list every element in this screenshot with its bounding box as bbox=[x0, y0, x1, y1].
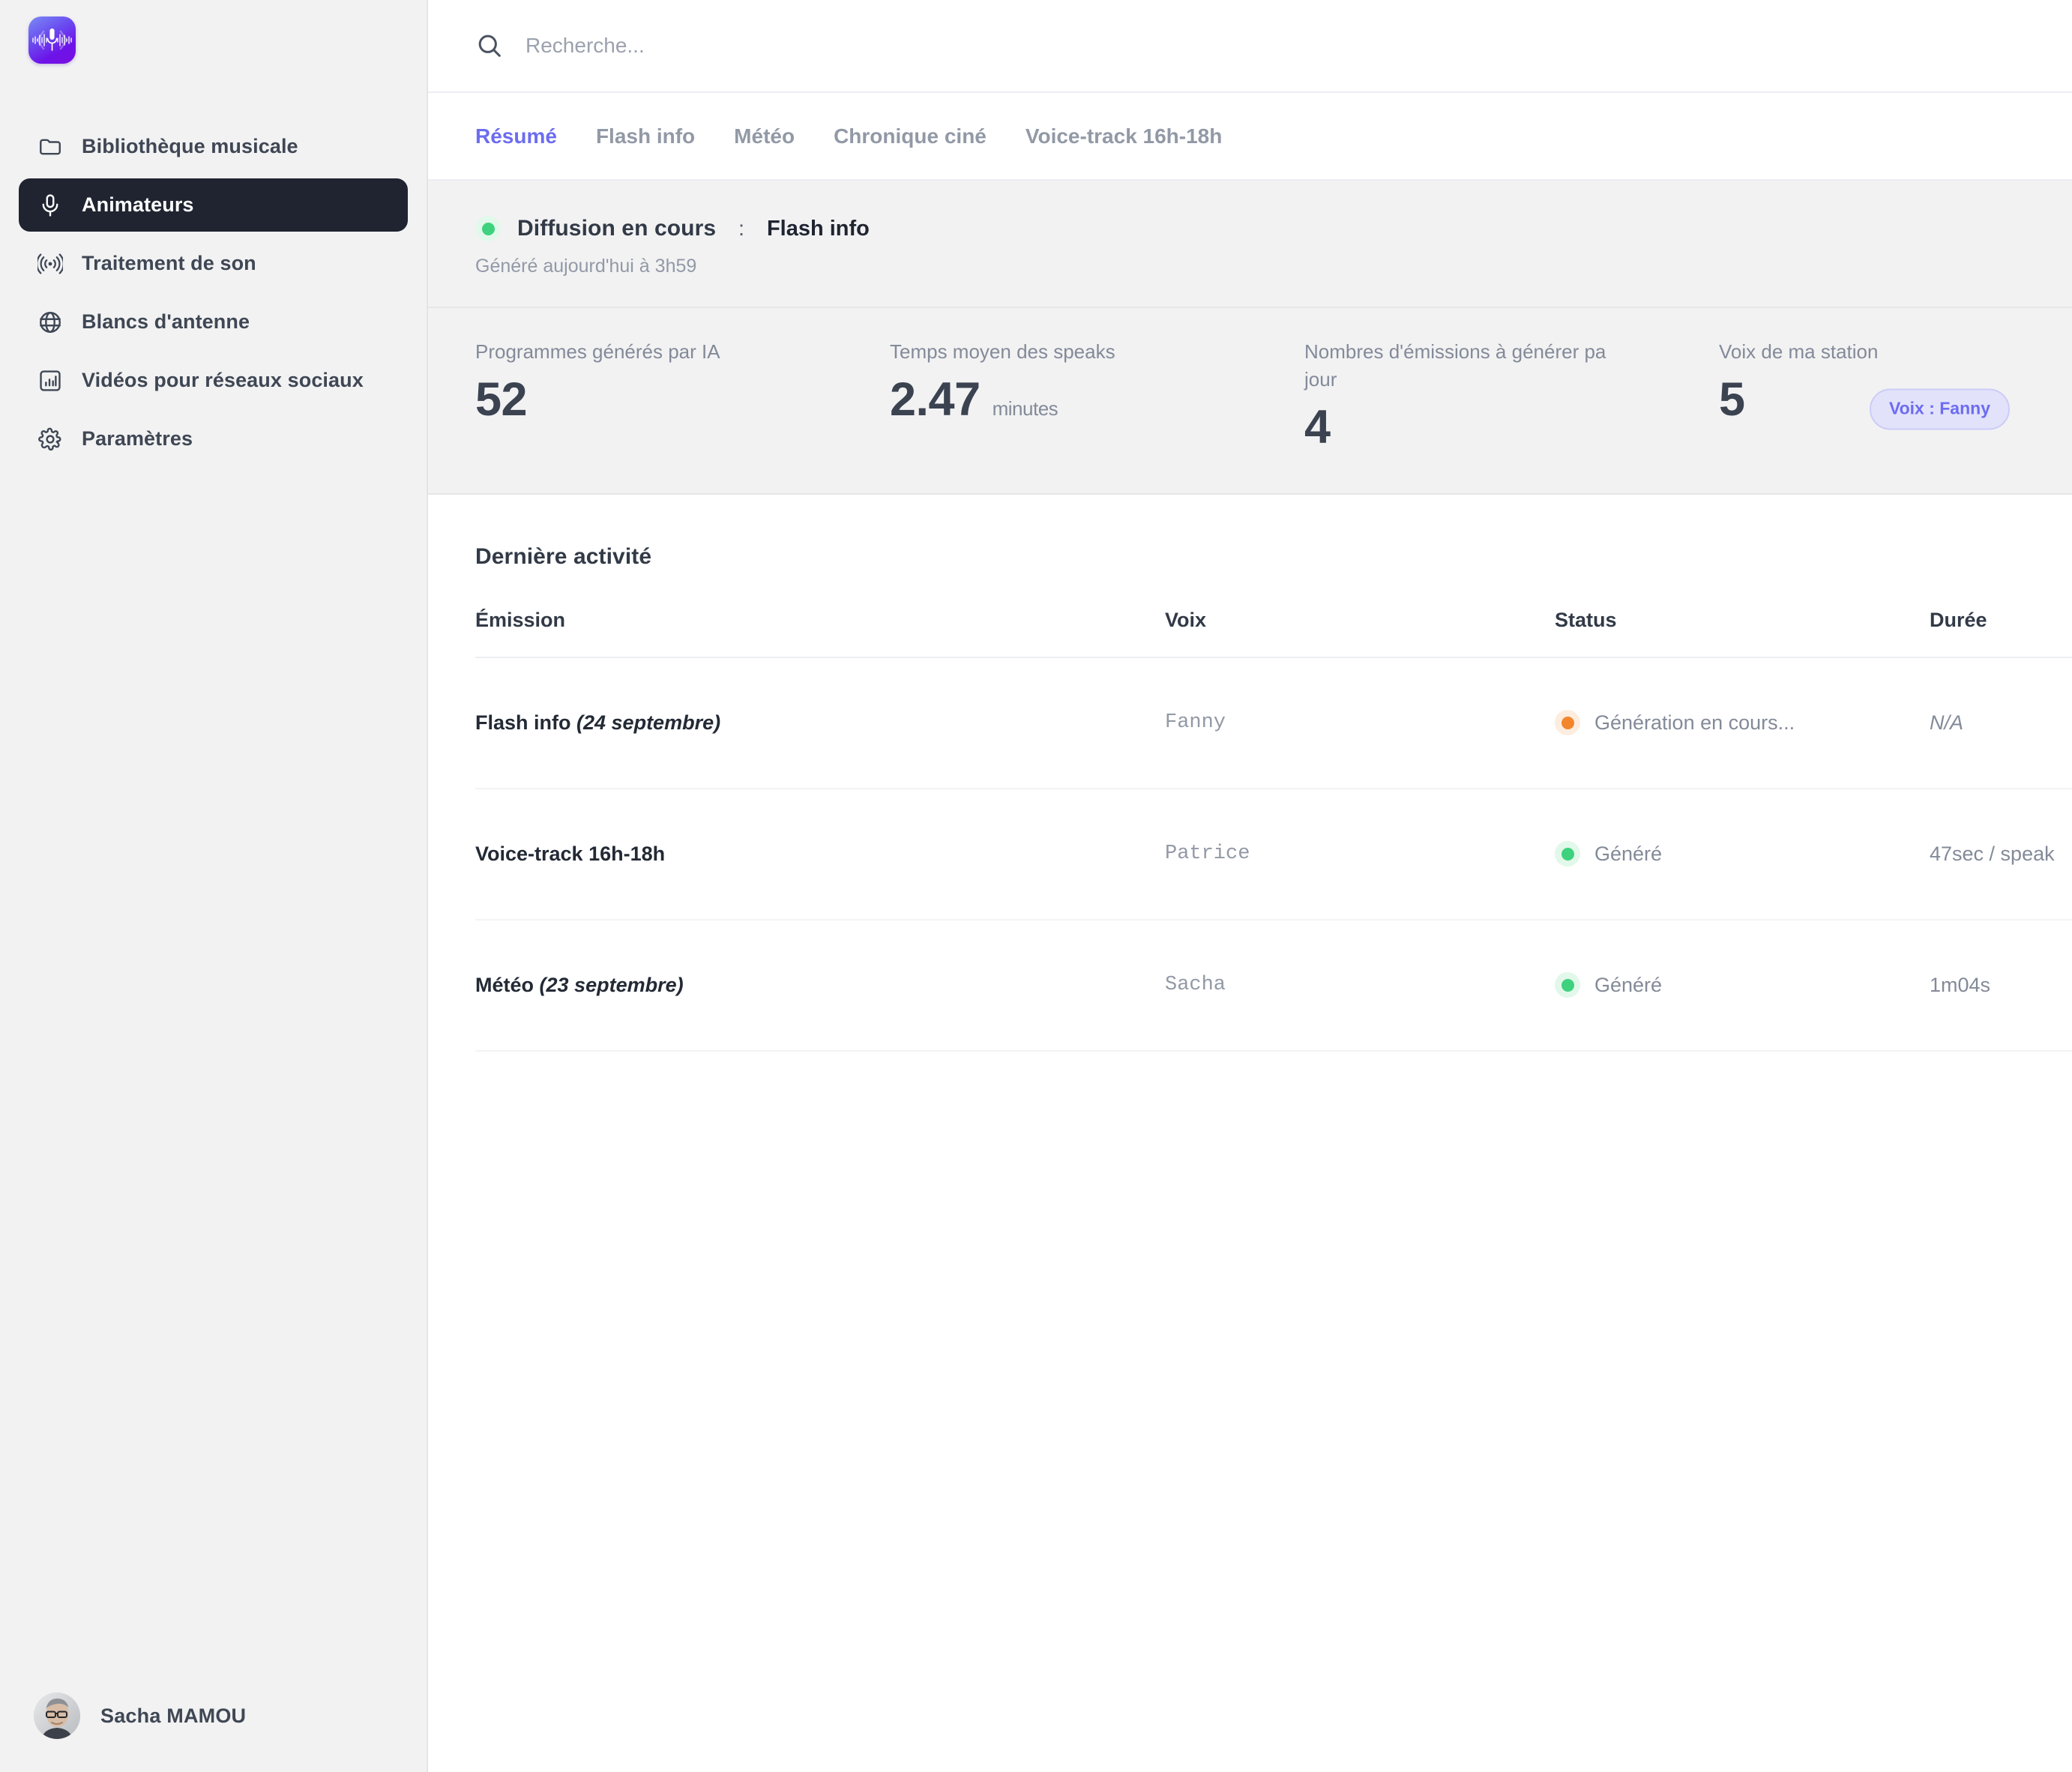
sidebar: Bibliothèque musicale Animateurs Traitem… bbox=[0, 0, 428, 1772]
sidebar-item-traitement-de-son[interactable]: Traitement de son bbox=[19, 237, 408, 290]
sidebar-item-videos-reseaux-sociaux[interactable]: Vidéos pour réseaux sociaux bbox=[19, 354, 408, 407]
sidebar-item-parametres[interactable]: Paramètres bbox=[19, 412, 408, 465]
status-dot-icon bbox=[1555, 710, 1580, 736]
tab-bar: Résumé Flash info Météo Chronique ciné V… bbox=[428, 93, 2072, 181]
emission-date: (24 septembre) bbox=[576, 711, 721, 734]
stat-value: 5 bbox=[1719, 373, 1745, 426]
search-input[interactable] bbox=[525, 34, 1050, 58]
table-header-row: Émission Voix Status Durée Diffusion bbox=[475, 608, 2072, 658]
emission-name: Voice-track 16h-18h bbox=[475, 842, 666, 865]
cell-status: Génération en cours... bbox=[1555, 657, 1930, 789]
status-text: Généré bbox=[1594, 842, 1663, 865]
stat-value-wrap: 2.47 minutes bbox=[890, 376, 1304, 424]
sidebar-item-label: Blancs d'antenne bbox=[82, 310, 250, 333]
cell-voice: Patrice bbox=[1165, 788, 1555, 920]
status-label: Diffusion en cours bbox=[517, 216, 717, 241]
cell-duree: N/A bbox=[1930, 657, 2072, 789]
stat-value: 4 bbox=[1304, 400, 1331, 453]
table-row[interactable]: Météo (23 septembre) Sacha Généré 1m04s … bbox=[475, 919, 2072, 1052]
stat-label: Temps moyen des speaks bbox=[890, 340, 1115, 363]
status-separator: : bbox=[738, 217, 744, 240]
tab-chronique-cine[interactable]: Chronique ciné bbox=[834, 124, 987, 148]
sidebar-item-label: Paramètres bbox=[82, 427, 193, 450]
emission-date: (23 septembre) bbox=[539, 973, 684, 996]
stat-value: 2.47 bbox=[890, 373, 981, 426]
live-status-dot-icon bbox=[475, 216, 501, 241]
user-name: Sacha MAMOU bbox=[100, 1704, 247, 1727]
stat-label: Voix de ma station bbox=[1719, 340, 1879, 363]
sidebar-item-label: Vidéos pour réseaux sociaux bbox=[82, 369, 364, 391]
sidebar-user-profile[interactable]: Sacha MAMOU bbox=[0, 1693, 427, 1772]
sidebar-item-label: Traitement de son bbox=[82, 252, 256, 274]
folder-icon bbox=[37, 133, 64, 160]
sidebar-item-label: Bibliothèque musicale bbox=[82, 135, 298, 157]
logo-container bbox=[0, 0, 427, 64]
emission-name: Météo bbox=[475, 973, 534, 996]
stat-value: 52 bbox=[475, 373, 528, 426]
column-header-emission[interactable]: Émission bbox=[475, 608, 1165, 658]
status-text: Généré bbox=[1594, 973, 1663, 996]
sidebar-item-blancs-dantenne[interactable]: Blancs d'antenne bbox=[19, 295, 408, 349]
stat-nombre-emissions-par-jour: Nombres d'émissions à générer pa jour 4 bbox=[1304, 338, 1719, 451]
stat-programmes-generes: Programmes générés par IA 52 bbox=[475, 338, 890, 451]
tab-meteo[interactable]: Météo bbox=[734, 124, 795, 148]
tab-resume[interactable]: Résumé bbox=[475, 124, 557, 148]
status-dot-icon bbox=[1555, 972, 1580, 998]
broadcast-icon bbox=[37, 250, 64, 277]
status-dot-icon bbox=[1555, 841, 1580, 867]
sidebar-nav: Bibliothèque musicale Animateurs Traitem… bbox=[0, 120, 427, 465]
globe-icon bbox=[37, 309, 64, 336]
status-subtitle: Généré aujourd'hui à 3h59 bbox=[475, 256, 697, 277]
status-program-name: Flash info bbox=[766, 216, 870, 241]
microphone-icon bbox=[37, 192, 64, 219]
activity-section: Dernière activité Émission Voix Status D… bbox=[428, 494, 2072, 1772]
sidebar-item-label: Animateurs bbox=[82, 193, 194, 216]
cell-status: Généré bbox=[1555, 919, 1930, 1052]
stats-row: Programmes générés par IA 52 Temps moyen… bbox=[428, 308, 2072, 495]
cell-duree: 47sec / speak bbox=[1930, 788, 2072, 920]
cell-emission: Voice-track 16h-18h bbox=[475, 788, 1165, 920]
bar-chart-icon bbox=[37, 367, 64, 394]
stat-value-wrap: 52 bbox=[475, 376, 890, 424]
cell-voice: Fanny bbox=[1165, 657, 1555, 789]
stat-label: Nombres d'émissions à générer pa jour bbox=[1304, 340, 1606, 391]
cell-status: Généré bbox=[1555, 788, 1930, 920]
search-icon bbox=[475, 31, 504, 60]
cell-voice: Sacha bbox=[1165, 919, 1555, 1052]
cell-emission: Flash info (24 septembre) bbox=[475, 657, 1165, 789]
microphone-waveform-logo[interactable] bbox=[28, 16, 76, 64]
table-row[interactable]: Voice-track 16h-18h Patrice Généré 47sec… bbox=[475, 788, 2072, 920]
cell-duree: 1m04s bbox=[1930, 919, 2072, 1052]
cell-emission: Météo (23 septembre) bbox=[475, 919, 1165, 1052]
column-header-voix[interactable]: Voix bbox=[1165, 608, 1555, 658]
sidebar-item-bibliotheque-musicale[interactable]: Bibliothèque musicale bbox=[19, 120, 408, 173]
emission-name: Flash info bbox=[475, 711, 571, 734]
stat-label: Programmes générés par IA bbox=[475, 340, 720, 363]
activity-title: Dernière activité bbox=[475, 543, 652, 569]
table-body: Flash info (24 septembre) Fanny Générati… bbox=[475, 657, 2072, 1052]
broadcast-status-banner: Diffusion en cours : Flash info Généré a… bbox=[428, 181, 2072, 430]
stat-value-wrap: 4 bbox=[1304, 400, 1719, 453]
tab-voice-track[interactable]: Voice-track 16h-18h bbox=[1026, 124, 1223, 148]
column-header-status[interactable]: Status bbox=[1555, 608, 1930, 658]
voice-badge[interactable]: Voix : Fanny bbox=[1869, 388, 2010, 430]
gear-icon bbox=[37, 426, 64, 453]
status-text: Génération en cours... bbox=[1594, 711, 1795, 734]
column-header-duree[interactable]: Durée bbox=[1930, 608, 2072, 658]
sidebar-item-animateurs[interactable]: Animateurs bbox=[19, 178, 408, 232]
table-row[interactable]: Flash info (24 septembre) Fanny Générati… bbox=[475, 657, 2072, 789]
main-content: Résumé Flash info Météo Chronique ciné V… bbox=[428, 0, 2072, 1772]
avatar bbox=[34, 1693, 80, 1739]
stat-unit: minutes bbox=[992, 397, 1058, 420]
app-root: Bibliothèque musicale Animateurs Traitem… bbox=[0, 0, 2072, 1772]
status-line: Diffusion en cours : Flash info bbox=[475, 216, 2025, 241]
stat-temps-moyen-speaks: Temps moyen des speaks 2.47 minutes bbox=[890, 338, 1304, 451]
search-bar bbox=[428, 0, 2072, 93]
activity-table: Émission Voix Status Durée Diffusion Fla… bbox=[475, 608, 2072, 1052]
tab-flash-info[interactable]: Flash info bbox=[596, 124, 695, 148]
table-head: Émission Voix Status Durée Diffusion bbox=[475, 608, 2072, 658]
